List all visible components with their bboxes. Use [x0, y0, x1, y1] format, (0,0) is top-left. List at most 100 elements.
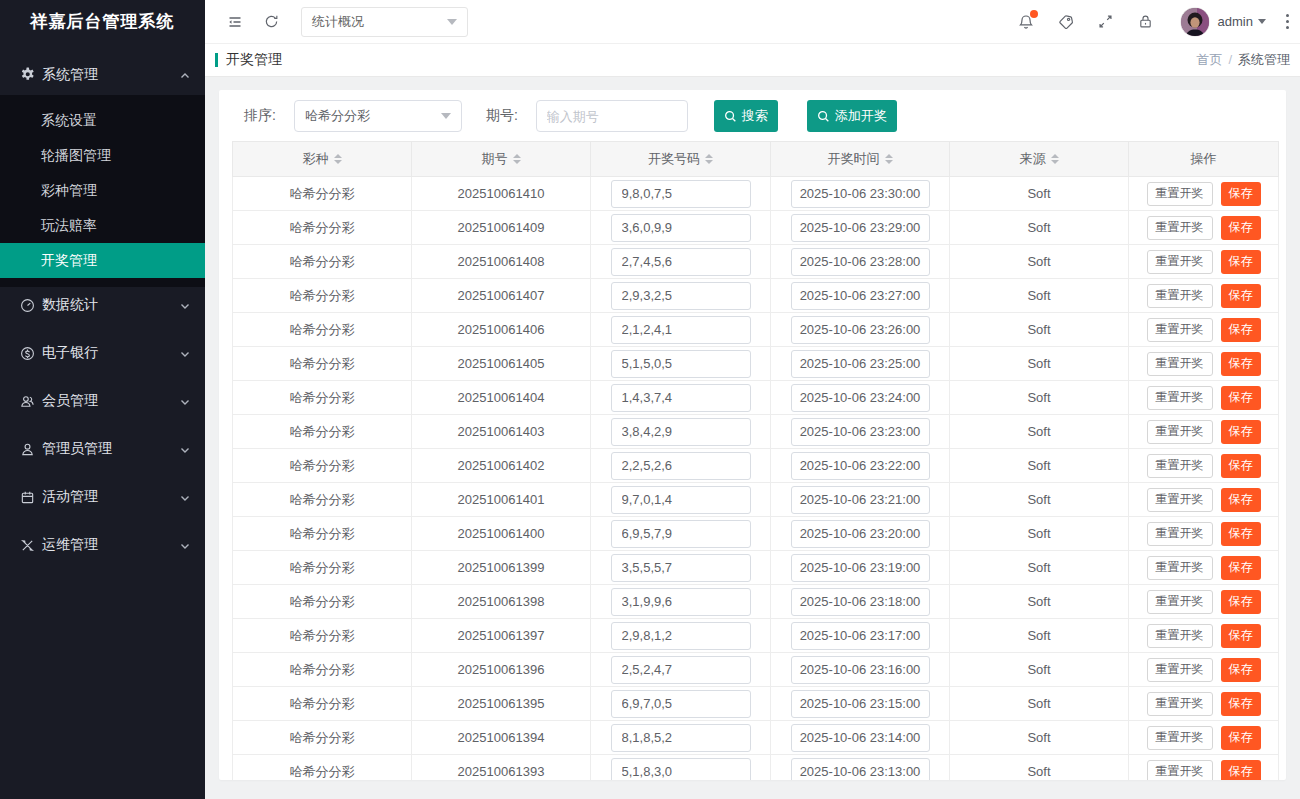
reset-draw-button[interactable]: 重置开奖 [1147, 658, 1213, 682]
reset-draw-button[interactable]: 重置开奖 [1147, 318, 1213, 342]
save-button[interactable]: 保存 [1221, 488, 1261, 512]
time-input[interactable] [791, 180, 930, 208]
notification-bell-icon[interactable] [1014, 10, 1038, 34]
save-button[interactable]: 保存 [1221, 420, 1261, 444]
breadcrumb-home[interactable]: 首页 [1196, 52, 1222, 67]
reset-draw-button[interactable]: 重置开奖 [1147, 420, 1213, 444]
sort-icon[interactable] [1051, 154, 1059, 164]
reset-draw-button[interactable]: 重置开奖 [1147, 556, 1213, 580]
save-button[interactable]: 保存 [1221, 760, 1261, 781]
save-button[interactable]: 保存 [1221, 726, 1261, 750]
reset-draw-button[interactable]: 重置开奖 [1147, 590, 1213, 614]
time-input[interactable] [791, 316, 930, 344]
search-button[interactable]: 搜索 [714, 100, 778, 132]
numbers-input[interactable] [611, 690, 751, 718]
sidebar-item-carousel-management[interactable]: 轮播图管理 [0, 138, 205, 173]
save-button[interactable]: 保存 [1221, 216, 1261, 240]
time-input[interactable] [791, 452, 930, 480]
time-input[interactable] [791, 384, 930, 412]
save-button[interactable]: 保存 [1221, 590, 1261, 614]
save-button[interactable]: 保存 [1221, 386, 1261, 410]
save-button[interactable]: 保存 [1221, 454, 1261, 478]
numbers-input[interactable] [611, 316, 751, 344]
sidebar-item-lottery-type-management[interactable]: 彩种管理 [0, 173, 205, 208]
time-input[interactable] [791, 588, 930, 616]
sidebar-item-activity-management[interactable]: 活动管理 [0, 473, 205, 521]
time-input[interactable] [791, 724, 930, 752]
numbers-input[interactable] [611, 248, 751, 276]
time-input[interactable] [791, 520, 930, 548]
collapse-sidebar-icon[interactable] [223, 10, 247, 34]
sidebar-item-member-management[interactable]: 会员管理 [0, 377, 205, 425]
numbers-input[interactable] [611, 486, 751, 514]
time-input[interactable] [791, 758, 930, 781]
numbers-input[interactable] [611, 384, 751, 412]
fullscreen-icon[interactable] [1094, 10, 1118, 34]
reset-draw-button[interactable]: 重置开奖 [1147, 216, 1213, 240]
numbers-input[interactable] [611, 554, 751, 582]
avatar[interactable] [1180, 7, 1210, 37]
numbers-input[interactable] [611, 724, 751, 752]
sidebar-item-ops-management[interactable]: 运维管理 [0, 521, 205, 569]
time-input[interactable] [791, 554, 930, 582]
time-input[interactable] [791, 690, 930, 718]
save-button[interactable]: 保存 [1221, 624, 1261, 648]
save-button[interactable]: 保存 [1221, 182, 1261, 206]
numbers-input[interactable] [611, 656, 751, 684]
time-input[interactable] [791, 418, 930, 446]
save-button[interactable]: 保存 [1221, 284, 1261, 308]
numbers-input[interactable] [611, 452, 751, 480]
save-button[interactable]: 保存 [1221, 658, 1261, 682]
user-menu[interactable]: admin [1218, 14, 1266, 29]
numbers-input[interactable] [611, 214, 751, 242]
sort-icon[interactable] [705, 154, 713, 164]
sidebar-item-play-odds[interactable]: 玩法赔率 [0, 208, 205, 243]
reset-draw-button[interactable]: 重置开奖 [1147, 760, 1213, 781]
more-options-icon[interactable] [1278, 10, 1296, 34]
numbers-input[interactable] [611, 418, 751, 446]
save-button[interactable]: 保存 [1221, 692, 1261, 716]
save-button[interactable]: 保存 [1221, 522, 1261, 546]
reset-draw-button[interactable]: 重置开奖 [1147, 488, 1213, 512]
time-input[interactable] [791, 248, 930, 276]
time-input[interactable] [791, 622, 930, 650]
reset-draw-button[interactable]: 重置开奖 [1147, 352, 1213, 376]
time-input[interactable] [791, 350, 930, 378]
lock-icon[interactable] [1134, 10, 1158, 34]
tag-icon[interactable] [1054, 10, 1078, 34]
time-input[interactable] [791, 656, 930, 684]
reset-draw-button[interactable]: 重置开奖 [1147, 386, 1213, 410]
reset-draw-button[interactable]: 重置开奖 [1147, 454, 1213, 478]
numbers-input[interactable] [611, 180, 751, 208]
add-draw-button[interactable]: 添加开奖 [807, 100, 897, 132]
save-button[interactable]: 保存 [1221, 352, 1261, 376]
sidebar-item-data-statistics[interactable]: 数据统计 [0, 281, 205, 329]
reset-draw-button[interactable]: 重置开奖 [1147, 250, 1213, 274]
sidebar-item-system-settings[interactable]: 系统设置 [0, 103, 205, 138]
sort-select[interactable]: 哈希分分彩 [294, 100, 462, 132]
numbers-input[interactable] [611, 520, 751, 548]
sidebar-item-administrator-management[interactable]: 管理员管理 [0, 425, 205, 473]
reset-draw-button[interactable]: 重置开奖 [1147, 182, 1213, 206]
nav-select[interactable]: 统计概况 [301, 7, 468, 37]
save-button[interactable]: 保存 [1221, 318, 1261, 342]
reset-draw-button[interactable]: 重置开奖 [1147, 692, 1213, 716]
time-input[interactable] [791, 214, 930, 242]
save-button[interactable]: 保存 [1221, 250, 1261, 274]
numbers-input[interactable] [611, 350, 751, 378]
sort-icon[interactable] [885, 154, 893, 164]
sidebar-item-draw-management[interactable]: 开奖管理 [0, 243, 205, 278]
time-input[interactable] [791, 486, 930, 514]
numbers-input[interactable] [611, 758, 751, 781]
sort-icon[interactable] [513, 154, 521, 164]
refresh-icon[interactable] [259, 10, 283, 34]
numbers-input[interactable] [611, 622, 751, 650]
issue-input[interactable] [536, 100, 688, 132]
sidebar-item-e-bank[interactable]: 电子银行 [0, 329, 205, 377]
sort-icon[interactable] [334, 154, 342, 164]
reset-draw-button[interactable]: 重置开奖 [1147, 284, 1213, 308]
time-input[interactable] [791, 282, 930, 310]
sidebar-item-system-management[interactable]: 系统管理 [0, 54, 205, 95]
numbers-input[interactable] [611, 588, 751, 616]
save-button[interactable]: 保存 [1221, 556, 1261, 580]
